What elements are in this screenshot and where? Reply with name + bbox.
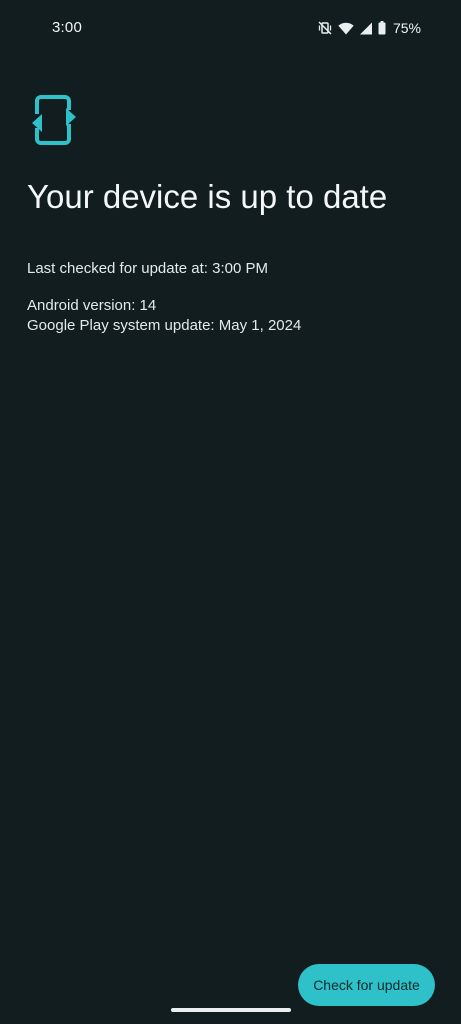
signal-icon: [359, 22, 372, 35]
page-title: Your device is up to date: [27, 178, 388, 215]
last-checked-text: Last checked for update at: 3:00 PM: [27, 260, 268, 277]
play-system-update-text: Google Play system update: May 1, 2024: [27, 317, 302, 334]
battery-percent: 75%: [392, 20, 421, 36]
status-icons: 75%: [318, 19, 421, 37]
wifi-icon: [338, 22, 354, 35]
android-version-text: Android version: 14: [27, 297, 157, 314]
navigation-handle[interactable]: [171, 1008, 291, 1012]
status-time: 3:00: [52, 19, 82, 36]
check-for-update-button[interactable]: Check for update: [298, 964, 435, 1006]
status-bar: 3:00 75%: [0, 0, 461, 58]
vibrate-off-icon: [318, 21, 332, 35]
system-update-icon: [30, 94, 78, 146]
battery-icon: [378, 21, 386, 35]
